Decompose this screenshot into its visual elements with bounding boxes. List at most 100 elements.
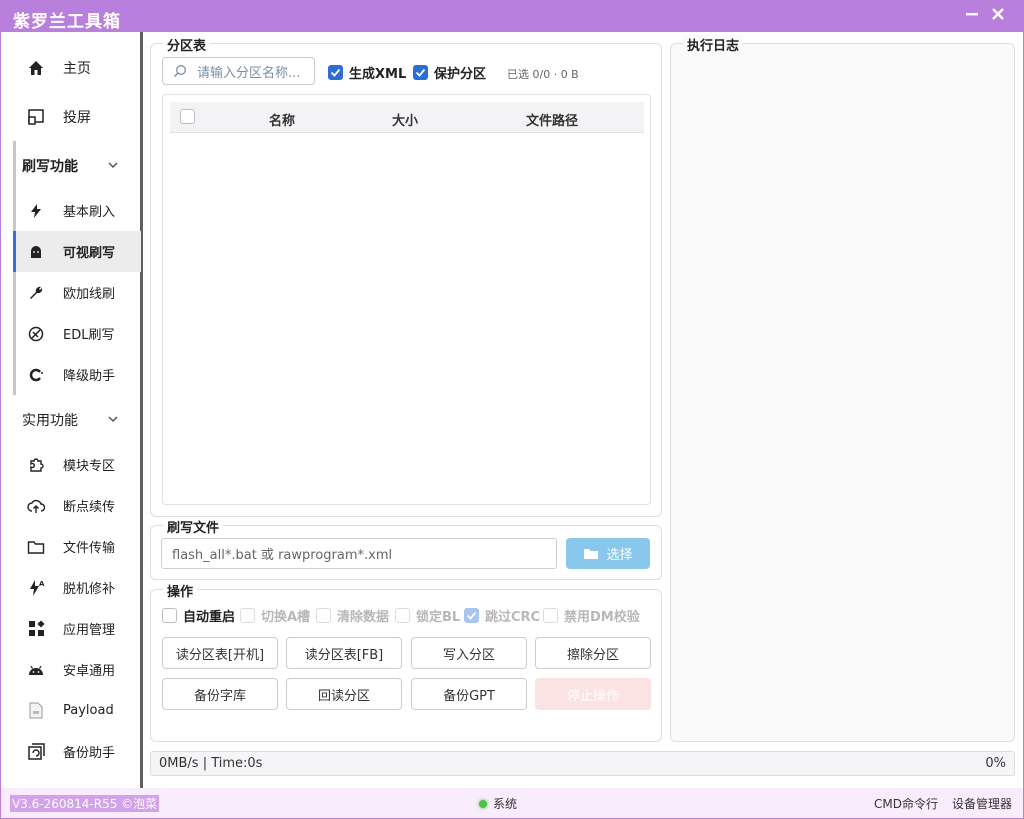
close-button[interactable] xyxy=(987,5,1009,27)
device-manager-link[interactable]: 设备管理器 xyxy=(952,795,1012,812)
flash-file-input[interactable]: flash_all*.bat 或 rawprogram*.xml xyxy=(161,538,557,569)
sidebar-item-offline-patch[interactable]: A 脱机修补 xyxy=(13,567,141,608)
check-icon xyxy=(328,65,343,80)
sidebar-item-label: 备份助手 xyxy=(63,746,116,761)
folder-icon xyxy=(27,538,45,556)
sidebar-group-label: 刷写功能 xyxy=(22,158,78,175)
check-icon xyxy=(413,65,428,80)
protect-partition-checkbox[interactable]: 保护分区 xyxy=(413,63,486,82)
checkbox-box xyxy=(240,608,255,623)
column-header-name[interactable]: 名称 xyxy=(269,110,295,129)
cloud-upload-icon xyxy=(27,497,45,515)
auto-reboot-checkbox[interactable]: 自动重启 xyxy=(162,606,235,625)
sidebar-item-label: EDL刷写 xyxy=(63,328,115,343)
sidebar-item-payload[interactable]: Payload xyxy=(13,690,141,731)
execution-log-panel[interactable]: 执行日志 xyxy=(670,35,1015,742)
wipe-data-checkbox: 清除数据 xyxy=(316,606,389,625)
sidebar-item-oplus-flash[interactable]: 欧加线刷 xyxy=(13,272,141,313)
search-input[interactable]: 请输入分区名称... xyxy=(162,57,315,85)
sidebar-item-label: Payload xyxy=(63,703,114,718)
checkbox-box xyxy=(316,608,331,623)
window-title: 紫罗兰工具箱 xyxy=(13,12,121,32)
sidebar-item-label: 投屏 xyxy=(63,109,91,126)
folder-open-icon xyxy=(584,548,599,559)
document-icon xyxy=(27,702,45,720)
backup-font-button[interactable]: 备份字库 xyxy=(162,678,278,710)
read-partition-table-boot-button[interactable]: 读分区表[开机] xyxy=(162,637,278,669)
column-header-path[interactable]: 文件路径 xyxy=(526,110,578,129)
flash-patch-icon: A xyxy=(27,579,45,597)
sidebar-item-cast[interactable]: 投屏 xyxy=(13,96,141,137)
apps-grid-icon xyxy=(27,620,45,638)
sidebar-item-app-manager[interactable]: 应用管理 xyxy=(13,608,141,649)
home-icon xyxy=(27,59,45,77)
puzzle-icon xyxy=(27,456,45,474)
minimize-button[interactable] xyxy=(961,5,983,27)
partition-group-title: 分区表 xyxy=(163,35,211,54)
sidebar: 主页 投屏 刷写功能 基本刷入 可视刷写 欧加线刷 EDL刷写 降级助手 实用功… xyxy=(1,32,143,788)
sidebar-group-flash[interactable]: 刷写功能 xyxy=(13,145,141,186)
disable-dm-verity-label: 禁用DM校验 xyxy=(564,610,640,625)
stop-operation-button: 停止操作 xyxy=(535,678,651,710)
column-header-size[interactable]: 大小 xyxy=(392,110,418,129)
lock-bl-checkbox: 锁定BL xyxy=(395,606,460,625)
system-status-label: 系统 xyxy=(493,797,518,811)
readback-partition-button[interactable]: 回读分区 xyxy=(286,678,402,710)
search-placeholder: 请输入分区名称... xyxy=(197,65,301,81)
checkbox-box xyxy=(543,608,558,623)
sidebar-item-label: 文件传输 xyxy=(63,541,116,556)
selected-count: 已选 0/0 · 0 B xyxy=(507,68,579,81)
sidebar-item-visual-flash[interactable]: 可视刷写 xyxy=(13,231,141,272)
speed-time-readout: 0MB/s | Time:0s xyxy=(159,756,263,771)
close-icon xyxy=(992,8,1004,20)
gen-xml-checkbox[interactable]: 生成XML xyxy=(328,63,406,82)
check-icon xyxy=(464,608,479,623)
backup-gpt-button[interactable]: 备份GPT xyxy=(411,678,527,710)
execution-log-title: 执行日志 xyxy=(683,35,744,54)
chevron-down-icon xyxy=(108,416,118,423)
disable-dm-verity-checkbox: 禁用DM校验 xyxy=(543,606,640,625)
flash-file-group-title: 刷写文件 xyxy=(163,517,224,536)
progress-percent: 0% xyxy=(985,756,1006,771)
table-header: 名称 大小 文件路径 xyxy=(170,102,644,133)
backup-icon xyxy=(27,743,45,761)
sidebar-item-label: 模块专区 xyxy=(63,459,116,474)
app-window: 紫罗兰工具箱 主页 投屏 刷写功能 基本刷入 可视刷写 欧加线刷 EDL刷写 降… xyxy=(0,0,1024,819)
chip-circle-icon xyxy=(27,325,45,343)
sidebar-item-label: 断点续传 xyxy=(63,500,116,515)
operations-group-title: 操作 xyxy=(163,581,198,600)
partition-table[interactable]: 名称 大小 文件路径 xyxy=(162,94,651,505)
skip-crc-checkbox: 跳过CRC xyxy=(464,606,540,625)
android-icon xyxy=(27,243,45,261)
gen-xml-label: 生成XML xyxy=(349,67,407,82)
sidebar-item-edl-flash[interactable]: EDL刷写 xyxy=(13,313,141,354)
sidebar-item-resume-upload[interactable]: 断点续传 xyxy=(13,485,141,526)
sidebar-item-backup-helper[interactable]: 备份助手 xyxy=(13,731,141,772)
sidebar-item-modules[interactable]: 模块专区 xyxy=(13,444,141,485)
write-partition-button[interactable]: 写入分区 xyxy=(411,637,527,669)
status-dot-icon xyxy=(479,799,487,808)
minimize-icon xyxy=(966,13,978,16)
sidebar-item-label: 安卓通用 xyxy=(63,664,116,679)
sidebar-item-label: 可视刷写 xyxy=(63,246,116,261)
sidebar-item-basic-flash[interactable]: 基本刷入 xyxy=(13,190,141,231)
select-file-button[interactable]: 选择 xyxy=(566,538,650,569)
select-all-checkbox[interactable] xyxy=(180,109,195,124)
read-partition-table-fb-button[interactable]: 读分区表[FB] xyxy=(286,637,402,669)
sidebar-item-label: 基本刷入 xyxy=(63,205,116,220)
cmd-link[interactable]: CMD命令行 xyxy=(874,795,938,812)
sidebar-item-home[interactable]: 主页 xyxy=(13,47,141,88)
sidebar-item-label: 主页 xyxy=(63,60,91,77)
sidebar-group-util[interactable]: 实用功能 xyxy=(13,399,141,440)
svg-text:A: A xyxy=(39,580,45,588)
erase-partition-button[interactable]: 擦除分区 xyxy=(535,637,651,669)
system-status: 系统 xyxy=(479,795,517,812)
sidebar-item-downgrade[interactable]: 降级助手 xyxy=(13,354,141,395)
progress-status-bar: 0MB/s | Time:0s 0% xyxy=(150,751,1015,776)
checkbox-box xyxy=(395,608,410,623)
sidebar-item-label: 应用管理 xyxy=(63,623,116,638)
checkbox-box xyxy=(162,608,177,623)
sidebar-item-file-transfer[interactable]: 文件传输 xyxy=(13,526,141,567)
sidebar-item-android-general[interactable]: 安卓通用 xyxy=(13,649,141,690)
sidebar-group-label: 实用功能 xyxy=(22,412,78,429)
